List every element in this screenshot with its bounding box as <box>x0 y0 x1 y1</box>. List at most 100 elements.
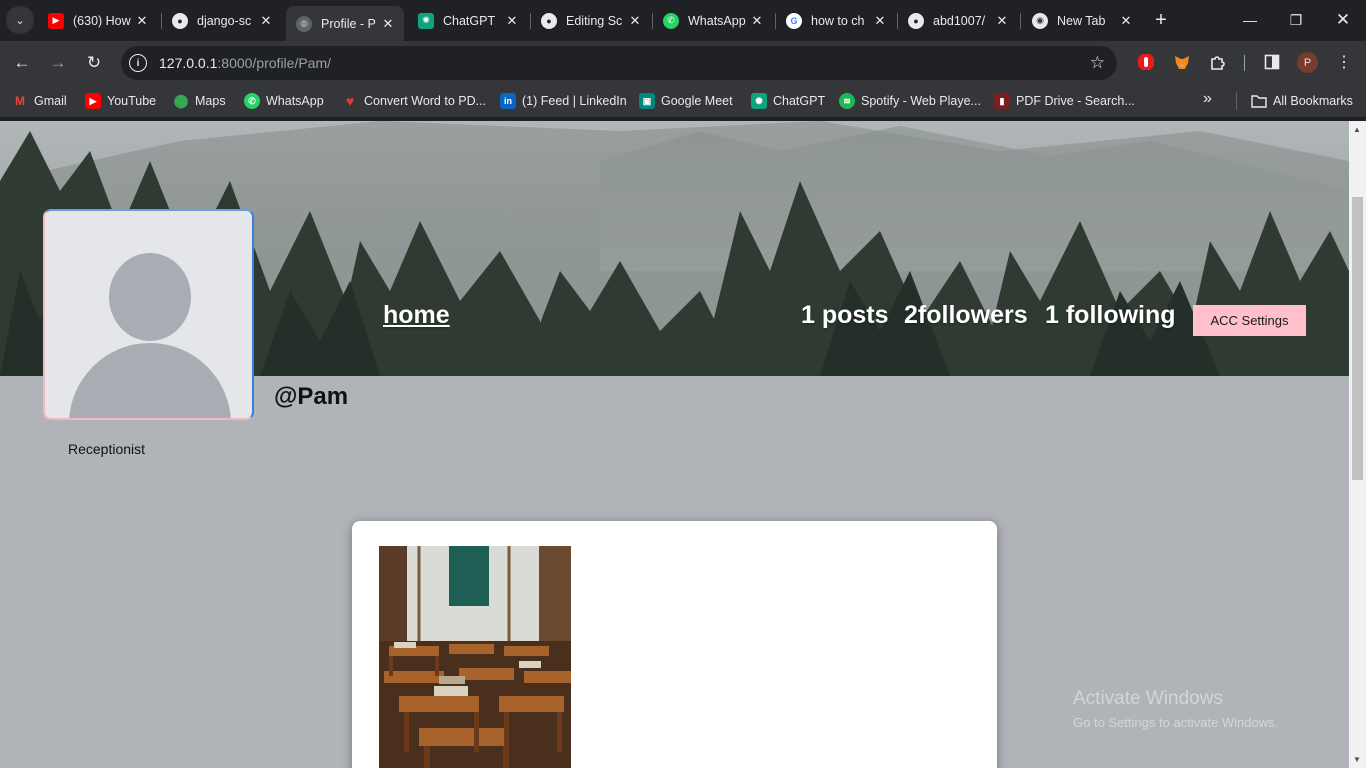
tab-django[interactable]: ● django-sc ✕ <box>162 6 282 35</box>
url-text[interactable]: 127.0.0.1:8000/profile/Pam/ <box>159 55 331 71</box>
scroll-thumb[interactable] <box>1352 197 1363 480</box>
all-bookmarks-folder[interactable]: All Bookmarks <box>1251 92 1353 110</box>
url-path: :8000/profile/Pam/ <box>217 55 332 71</box>
extensions-puzzle-icon[interactable] <box>1208 52 1228 72</box>
bookmark-label: WhatsApp <box>266 94 324 108</box>
globe-icon: ◍ <box>296 15 312 32</box>
profile-avatar-placeholder <box>43 209 254 420</box>
tab-title: New Tab <box>1057 13 1106 28</box>
close-icon[interactable]: ✕ <box>872 13 888 29</box>
acc-settings-button[interactable]: ACC Settings <box>1193 305 1306 336</box>
bookmark-label: YouTube <box>107 94 157 108</box>
close-icon[interactable]: ✕ <box>994 13 1010 29</box>
scroll-down-arrow-icon[interactable]: ▼ <box>1353 755 1361 764</box>
reload-icon[interactable]: ↻ <box>81 50 107 76</box>
whatsapp-icon: ✆ <box>244 93 260 109</box>
bookmark-linkedin[interactable]: in (1) Feed | LinkedIn <box>500 92 627 110</box>
tab-editing[interactable]: ● Editing Sc ✕ <box>531 6 651 35</box>
all-bookmarks-label: All Bookmarks <box>1273 94 1353 108</box>
following-count[interactable]: 1 following <box>1045 301 1176 330</box>
spotify-icon: ≋ <box>839 93 855 109</box>
tab-title: Editing Sc <box>566 13 623 28</box>
tab-new-tab[interactable]: ◉ New Tab ✕ <box>1022 6 1142 35</box>
forward-arrow-icon[interactable]: → <box>45 50 71 76</box>
new-tab-plus-icon[interactable]: + <box>1150 9 1172 31</box>
avatar-head-shape <box>109 253 191 341</box>
bookmark-pdf-drive[interactable]: ▮ PDF Drive - Search... <box>994 92 1135 110</box>
chrome-icon: ◉ <box>1032 12 1048 29</box>
window-close-icon[interactable]: ✕ <box>1331 8 1355 32</box>
maps-pin-icon: ⬤ <box>173 93 189 108</box>
tab-title: WhatsApp <box>688 13 746 28</box>
browser-toolbar: ← → ↻ i 127.0.0.1:8000/profile/Pam/ ☆ P … <box>0 41 1366 84</box>
folder-icon <box>1251 93 1267 109</box>
bookmark-label: ChatGPT <box>773 94 826 108</box>
bookmark-maps[interactable]: ⬤ Maps <box>173 92 226 110</box>
linkedin-icon: in <box>500 93 516 109</box>
followers-count[interactable]: 2followers <box>904 301 1028 330</box>
youtube-icon: ▶ <box>48 12 64 29</box>
tab-youtube[interactable]: ▶ (630) How ✕ <box>38 6 158 35</box>
close-icon[interactable]: ✕ <box>627 13 643 29</box>
google-icon: G <box>786 12 802 29</box>
bookmark-convert-word[interactable]: ♥ Convert Word to PD... <box>342 92 486 110</box>
bookmark-whatsapp[interactable]: ✆ WhatsApp <box>244 92 324 110</box>
tab-title: Profile - P <box>321 16 376 31</box>
address-bar[interactable]: i 127.0.0.1:8000/profile/Pam/ ☆ <box>121 46 1117 80</box>
scroll-up-arrow-icon[interactable]: ▲ <box>1353 125 1361 134</box>
site-info-icon[interactable]: i <box>129 54 147 72</box>
page-scrollbar[interactable]: ▲ ▼ <box>1349 121 1366 768</box>
tab-profile[interactable]: ◍ Profile - P ✕ <box>286 6 404 41</box>
bookmark-google-meet[interactable]: ▣ Google Meet <box>639 92 733 110</box>
close-icon[interactable]: ✕ <box>504 13 520 29</box>
chatgpt-icon: ✺ <box>751 93 767 109</box>
bookmark-spotify[interactable]: ≋ Spotify - Web Playe... <box>839 92 981 110</box>
github-icon: ● <box>172 12 188 29</box>
bookmarks-divider <box>1236 92 1237 110</box>
youtube-icon: ▶ <box>85 93 101 109</box>
url-host: 127.0.0.1 <box>159 55 218 71</box>
menu-kebab-icon[interactable]: ⋮ <box>1334 52 1354 72</box>
bookmark-label: Convert Word to PD... <box>364 94 487 108</box>
post-card <box>352 521 997 768</box>
minimize-icon[interactable]: — <box>1238 8 1262 32</box>
bookmark-label: Spotify - Web Playe... <box>861 94 981 108</box>
adblock-extension-icon[interactable] <box>1136 52 1156 72</box>
close-icon[interactable]: ✕ <box>380 16 396 32</box>
bookmark-label: Google Meet <box>661 94 733 108</box>
github-icon: ● <box>908 12 924 29</box>
restore-icon[interactable]: ❐ <box>1284 8 1308 32</box>
tab-title: django-sc <box>197 13 252 28</box>
bookmark-label: Maps <box>195 94 226 108</box>
bookmarks-bar: M Gmail ▶ YouTube ⬤ Maps ✆ WhatsApp ♥ Co… <box>0 84 1366 118</box>
home-link[interactable]: home <box>383 301 450 330</box>
bookmark-star-icon[interactable]: ☆ <box>1090 53 1105 73</box>
close-icon[interactable]: ✕ <box>1118 13 1134 29</box>
tab-title: abd1007/ <box>933 13 986 28</box>
avatar-body-shape <box>69 343 231 418</box>
tab-google[interactable]: G how to ch ✕ <box>776 6 896 35</box>
close-icon[interactable]: ✕ <box>258 13 274 29</box>
profile-bio: Receptionist <box>68 441 146 457</box>
bookmark-label: PDF Drive - Search... <box>1016 94 1135 108</box>
side-panel-icon[interactable] <box>1262 52 1282 72</box>
tab-chatgpt[interactable]: ✺ ChatGPT ✕ <box>408 6 528 35</box>
tab-title: (630) How <box>73 13 131 28</box>
close-icon[interactable]: ✕ <box>749 13 765 29</box>
bookmark-chatgpt[interactable]: ✺ ChatGPT <box>751 92 825 110</box>
bookmark-gmail[interactable]: M Gmail <box>12 92 67 110</box>
gmail-icon: M <box>15 94 25 108</box>
tab-search-chevron-icon[interactable]: ⌄ <box>6 6 34 34</box>
tab-title: ChatGPT <box>443 13 496 28</box>
profile-avatar[interactable]: P <box>1297 52 1318 73</box>
bookmark-youtube[interactable]: ▶ YouTube <box>85 92 156 110</box>
close-icon[interactable]: ✕ <box>134 13 150 29</box>
tab-abd1007[interactable]: ● abd1007/ ✕ <box>898 6 1018 35</box>
metamask-extension-icon[interactable] <box>1172 52 1192 72</box>
post-image[interactable] <box>379 546 571 768</box>
tab-whatsapp[interactable]: ✆ WhatsApp ✕ <box>653 6 773 35</box>
windows-activation-subtitle: Go to Settings to activate Windows. <box>1073 715 1279 730</box>
back-arrow-icon[interactable]: ← <box>9 50 35 76</box>
more-bookmarks-chevron-icon[interactable]: » <box>1203 90 1212 108</box>
pdf-icon: ▮ <box>994 93 1010 109</box>
